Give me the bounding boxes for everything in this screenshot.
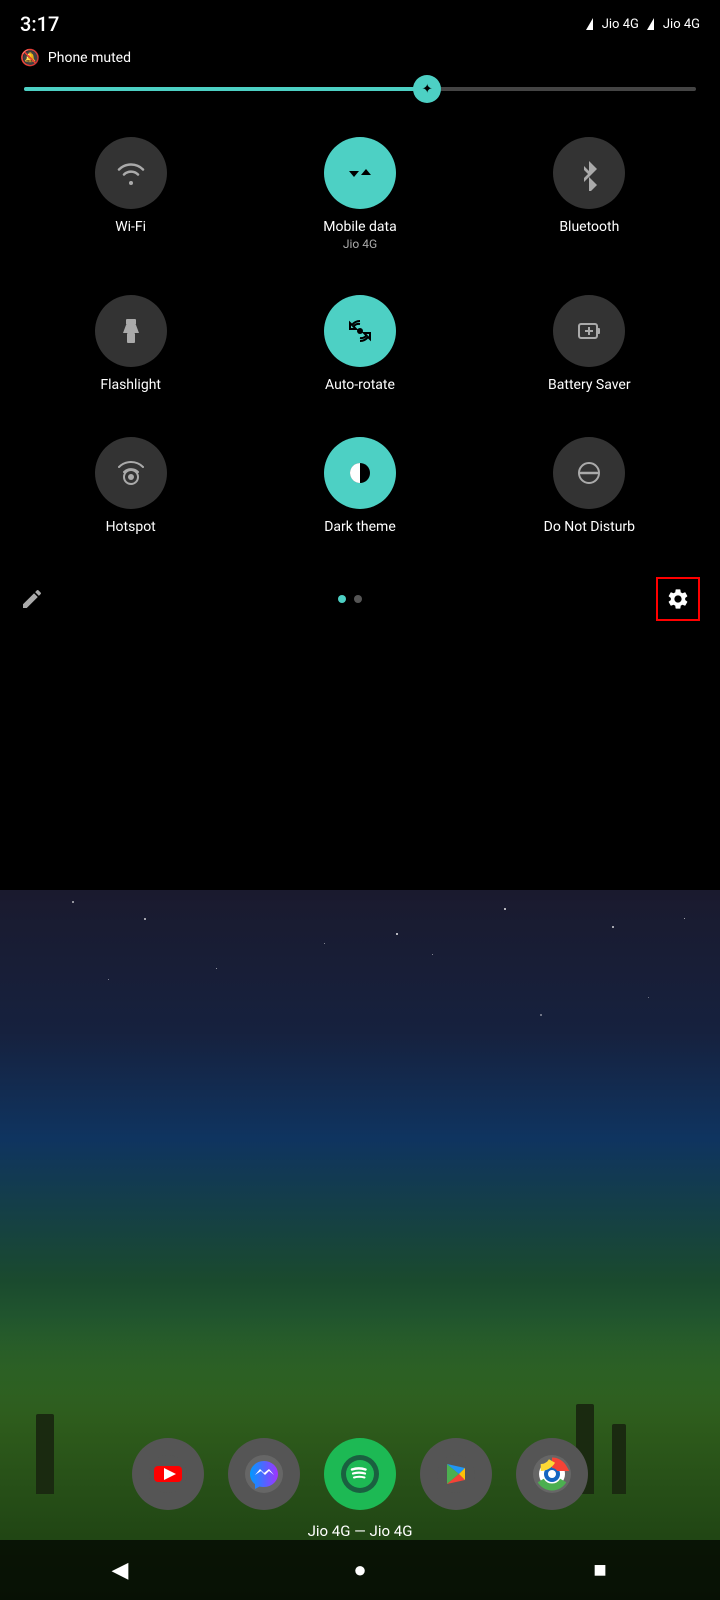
brightness-slider[interactable]: ✦ bbox=[24, 87, 696, 91]
mobile-data-icon bbox=[342, 155, 378, 191]
carrier-2: Jio 4G bbox=[663, 17, 700, 32]
dot-2 bbox=[354, 595, 362, 603]
tile-mobile-data-label: Mobile data bbox=[323, 219, 396, 235]
tile-auto-rotate-circle bbox=[324, 295, 396, 367]
tile-bluetooth-circle bbox=[553, 137, 625, 209]
hotspot-icon bbox=[113, 455, 149, 491]
bluetooth-icon bbox=[571, 155, 607, 191]
home-icon: ● bbox=[353, 1557, 366, 1583]
dnd-icon bbox=[571, 455, 607, 491]
dock-app-spotify[interactable] bbox=[324, 1438, 396, 1510]
status-right: Jio 4G Jio 4G bbox=[586, 17, 700, 32]
tile-hotspot-label: Hotspot bbox=[106, 519, 156, 535]
tile-bluetooth[interactable]: Bluetooth bbox=[475, 117, 704, 275]
tile-mobile-data-sublabel: Jio 4G bbox=[343, 237, 377, 251]
tile-dark-theme-circle bbox=[324, 437, 396, 509]
tile-wifi-circle bbox=[95, 137, 167, 209]
tile-bluetooth-label: Bluetooth bbox=[559, 219, 619, 235]
home-button[interactable]: ● bbox=[330, 1550, 390, 1590]
dock-app-play[interactable] bbox=[420, 1438, 492, 1510]
tile-hotspot-circle bbox=[95, 437, 167, 509]
tile-flashlight-label: Flashlight bbox=[100, 377, 161, 393]
dock-app-youtube[interactable] bbox=[132, 1438, 204, 1510]
signal-icon-2 bbox=[647, 18, 654, 30]
edit-icon bbox=[20, 587, 44, 611]
tile-dark-theme[interactable]: Dark theme bbox=[245, 417, 474, 559]
back-icon: ◀ bbox=[112, 1558, 129, 1583]
tile-hotspot[interactable]: Hotspot bbox=[16, 417, 245, 559]
signal-icon-1 bbox=[586, 18, 593, 30]
dark-theme-icon bbox=[342, 455, 378, 491]
tile-mobile-data-circle bbox=[324, 137, 396, 209]
tile-dnd-circle bbox=[553, 437, 625, 509]
back-button[interactable]: ◀ bbox=[90, 1550, 150, 1590]
tile-battery-saver[interactable]: Battery Saver bbox=[475, 275, 704, 417]
chrome-icon bbox=[533, 1455, 571, 1493]
recents-icon: ■ bbox=[593, 1557, 606, 1583]
messenger-icon bbox=[245, 1455, 283, 1493]
carrier-1: Jio 4G bbox=[602, 17, 639, 32]
auto-rotate-icon bbox=[342, 313, 378, 349]
tile-wifi-label: Wi-Fi bbox=[115, 219, 146, 235]
phone-muted-text: Phone muted bbox=[48, 50, 131, 66]
recents-button[interactable]: ■ bbox=[570, 1550, 630, 1590]
edit-button[interactable] bbox=[20, 587, 44, 611]
status-bar: 3:17 Jio 4G Jio 4G bbox=[0, 0, 720, 44]
tile-battery-saver-label: Battery Saver bbox=[548, 377, 631, 393]
mute-icon: 🔕 bbox=[20, 48, 40, 67]
qs-panel: 3:17 Jio 4G Jio 4G 🔕 Phone muted ✦ bbox=[0, 0, 720, 637]
play-store-icon bbox=[437, 1455, 475, 1493]
flashlight-icon bbox=[113, 313, 149, 349]
dot-1 bbox=[338, 595, 346, 603]
dock-app-messenger[interactable] bbox=[228, 1438, 300, 1510]
tile-dnd[interactable]: Do Not Disturb bbox=[475, 417, 704, 559]
wifi-icon bbox=[113, 155, 149, 191]
nav-bar: ◀ ● ■ bbox=[0, 1540, 720, 1600]
battery-saver-icon bbox=[571, 313, 607, 349]
settings-button[interactable] bbox=[656, 577, 700, 621]
carrier-label: Jio 4G — Jio 4G bbox=[308, 1522, 413, 1540]
notification-bar: 🔕 Phone muted bbox=[0, 44, 720, 75]
spotify-icon bbox=[341, 1455, 379, 1493]
dock-area: Jio 4G — Jio 4G bbox=[0, 1438, 720, 1540]
status-time: 3:17 bbox=[20, 12, 59, 36]
youtube-icon bbox=[149, 1455, 187, 1493]
qs-bottom-bar bbox=[0, 569, 720, 637]
tile-auto-rotate-label: Auto-rotate bbox=[325, 377, 395, 393]
brightness-row[interactable]: ✦ bbox=[0, 75, 720, 107]
tile-auto-rotate[interactable]: Auto-rotate bbox=[245, 275, 474, 417]
tile-dark-theme-label: Dark theme bbox=[324, 519, 396, 535]
tile-dnd-label: Do Not Disturb bbox=[544, 519, 635, 535]
brightness-thumb[interactable]: ✦ bbox=[413, 75, 441, 103]
brightness-sun-icon: ✦ bbox=[422, 82, 433, 97]
tile-wifi[interactable]: Wi-Fi bbox=[16, 117, 245, 275]
brightness-track: ✦ bbox=[24, 87, 696, 91]
dock-apps bbox=[132, 1438, 588, 1510]
tiles-grid: Wi-Fi Mobile data Jio 4G Bluetooth bbox=[0, 107, 720, 569]
settings-icon bbox=[666, 587, 690, 611]
brightness-fill bbox=[24, 87, 427, 91]
wallpaper-stars bbox=[0, 890, 720, 1245]
tile-flashlight-circle bbox=[95, 295, 167, 367]
tile-flashlight[interactable]: Flashlight bbox=[16, 275, 245, 417]
page-dots bbox=[338, 595, 362, 603]
dock-app-chrome[interactable] bbox=[516, 1438, 588, 1510]
tile-battery-saver-circle bbox=[553, 295, 625, 367]
tile-mobile-data[interactable]: Mobile data Jio 4G bbox=[245, 117, 474, 275]
